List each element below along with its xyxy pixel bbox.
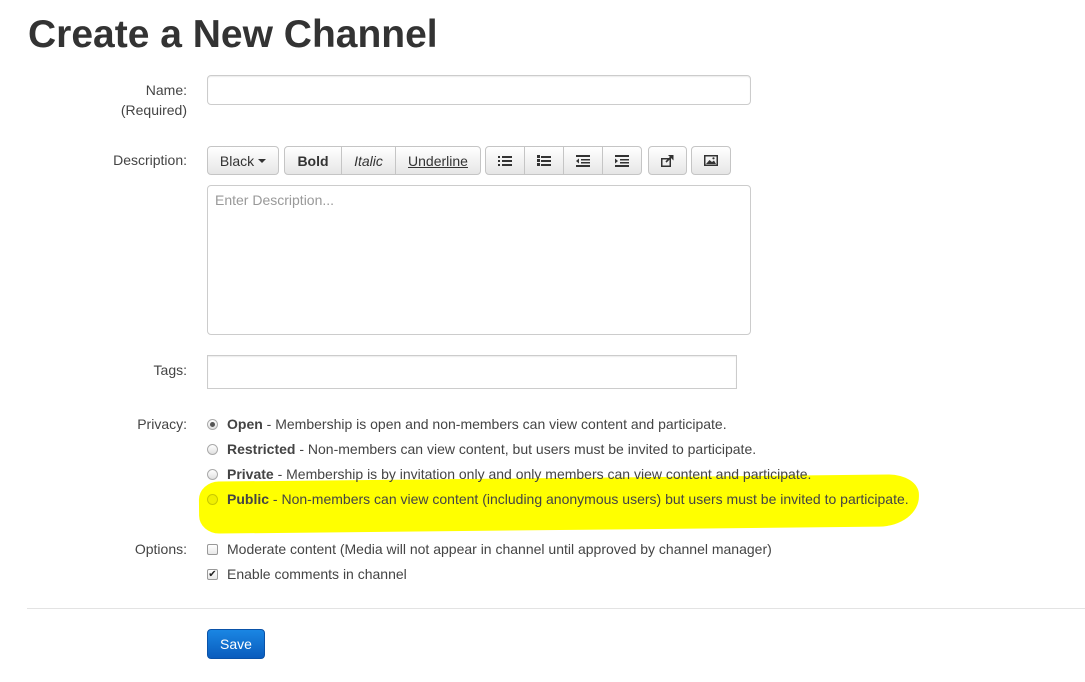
tags-label: Tags: bbox=[153, 362, 187, 378]
font-color-group: Black bbox=[207, 146, 279, 175]
share-button[interactable] bbox=[648, 146, 687, 175]
text-style-group: Bold Italic Underline bbox=[284, 146, 481, 175]
list-group bbox=[485, 146, 642, 175]
tags-input[interactable] bbox=[207, 355, 737, 389]
privacy-option-name: Public bbox=[227, 491, 270, 507]
privacy-option-private[interactable]: Private - Membership is by invitation on… bbox=[207, 464, 811, 484]
privacy-option-desc: - Membership is by invitation only and o… bbox=[277, 466, 812, 482]
share-icon bbox=[661, 154, 674, 167]
outdent-icon bbox=[576, 154, 590, 167]
privacy-option-desc: - Membership is open and non-members can… bbox=[266, 416, 727, 432]
required-note: (Required) bbox=[120, 102, 187, 118]
bold-button[interactable]: Bold bbox=[284, 146, 342, 175]
enable-comments-checkbox[interactable]: ✔ bbox=[207, 568, 218, 580]
name-input[interactable] bbox=[207, 75, 751, 105]
privacy-option-name: Open bbox=[227, 416, 263, 432]
moderate-content-checkbox[interactable] bbox=[207, 543, 218, 555]
indent-button[interactable] bbox=[602, 146, 642, 175]
share-group bbox=[648, 146, 687, 175]
privacy-option-desc: - Non-members can view content (includin… bbox=[272, 491, 909, 507]
image-group bbox=[691, 146, 731, 175]
underline-button[interactable]: Underline bbox=[395, 146, 481, 175]
option-enable-comments[interactable]: ✔ Enable comments in channel bbox=[207, 564, 407, 584]
save-button[interactable]: Save bbox=[207, 629, 265, 659]
page-title: Create a New Channel bbox=[28, 13, 438, 56]
ordered-list-button[interactable] bbox=[524, 146, 564, 175]
unordered-list-button[interactable] bbox=[485, 146, 525, 175]
insert-image-button[interactable] bbox=[691, 146, 731, 175]
ordered-list-icon bbox=[537, 154, 551, 166]
privacy-option-open[interactable]: Open - Membership is open and non-member… bbox=[207, 414, 727, 434]
privacy-option-public[interactable]: Public - Non-members can view content (i… bbox=[207, 489, 909, 509]
privacy-label: Privacy: bbox=[137, 416, 187, 432]
image-icon bbox=[704, 155, 718, 166]
privacy-option-name: Private bbox=[227, 466, 274, 482]
unordered-list-icon bbox=[498, 155, 512, 166]
description-textarea[interactable] bbox=[207, 185, 751, 335]
privacy-option-name: Restricted bbox=[227, 441, 296, 457]
name-label-text: Name: bbox=[145, 82, 187, 98]
option-moderate-content[interactable]: Moderate content (Media will not appear … bbox=[207, 539, 772, 559]
font-color-dropdown[interactable]: Black bbox=[207, 146, 279, 175]
font-color-label: Black bbox=[219, 152, 255, 169]
radio-restricted[interactable] bbox=[207, 443, 218, 455]
outdent-button[interactable] bbox=[563, 146, 603, 175]
option-text: Moderate content (Media will not appear … bbox=[227, 541, 772, 557]
italic-button[interactable]: Italic bbox=[341, 146, 396, 175]
indent-icon bbox=[615, 154, 629, 167]
privacy-option-desc: - Non-members can view content, but user… bbox=[299, 441, 757, 457]
options-label: Options: bbox=[134, 541, 187, 557]
radio-open[interactable] bbox=[207, 418, 218, 430]
description-label: Description: bbox=[113, 152, 187, 168]
form-divider bbox=[27, 608, 1085, 609]
privacy-option-restricted[interactable]: Restricted - Non-members can view conten… bbox=[207, 439, 756, 459]
name-label: Name: (Required) bbox=[27, 80, 187, 120]
option-text: Enable comments in channel bbox=[227, 566, 407, 582]
caret-down-icon bbox=[258, 158, 267, 163]
radio-public[interactable] bbox=[207, 493, 218, 505]
radio-private[interactable] bbox=[207, 468, 218, 480]
